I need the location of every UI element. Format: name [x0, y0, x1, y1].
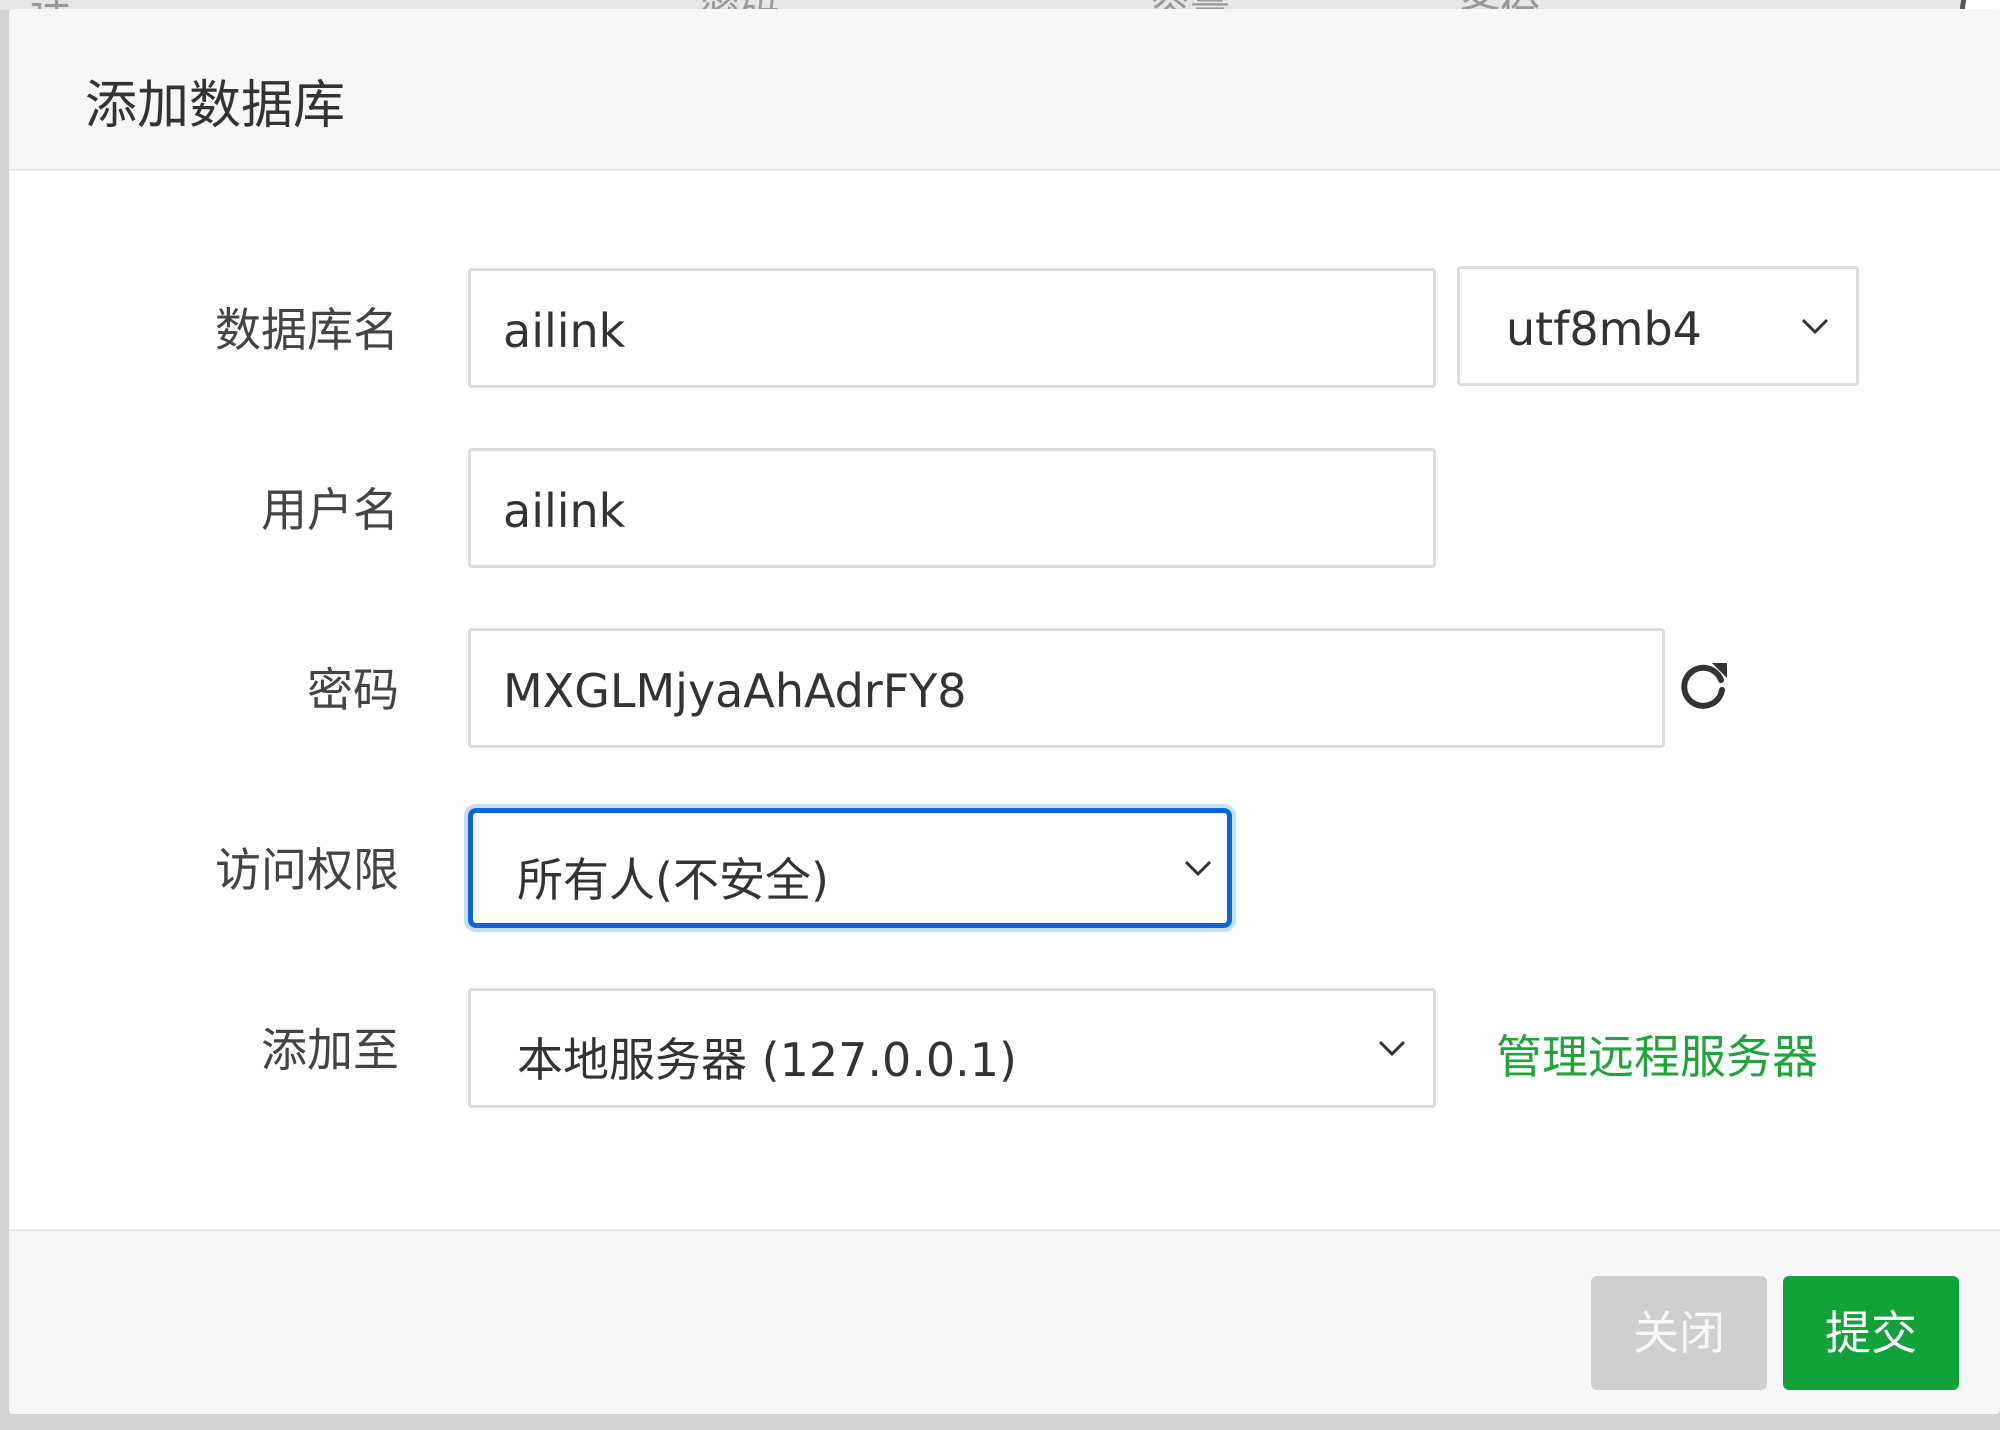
add-database-dialog: 添加数据库 数据库名 ailink utf8mb4 用户名 ailink 密码 …: [9, 9, 2000, 1414]
charset-select[interactable]: utf8mb4: [1457, 266, 1859, 386]
database-name-value: ailink: [503, 304, 626, 358]
username-input[interactable]: ailink: [468, 448, 1436, 568]
password-value: MXGLMjyaAhAdrFY8: [503, 664, 967, 718]
row-access: 访问权限 所有人(不安全): [9, 808, 2000, 928]
row-password: 密码 MXGLMjyaAhAdrFY8: [9, 628, 2000, 748]
manage-remote-servers-link[interactable]: 管理远程服务器: [1496, 1021, 1818, 1087]
username-label: 用户名: [261, 483, 399, 537]
row-add-to: 添加至 本地服务器 (127.0.0.1) 管理远程服务器: [9, 988, 2000, 1108]
database-name-input[interactable]: ailink: [468, 268, 1436, 388]
row-database-name: 数据库名 ailink utf8mb4: [9, 266, 2000, 388]
username-value: ailink: [503, 484, 626, 538]
password-label: 密码: [307, 663, 399, 717]
access-value: 所有人(不安全): [517, 853, 829, 907]
database-name-label: 数据库名: [215, 303, 399, 357]
password-input[interactable]: MXGLMjyaAhAdrFY8: [468, 628, 1665, 748]
server-value: 本地服务器 (127.0.0.1): [517, 1033, 1017, 1087]
refresh-icon[interactable]: [1674, 656, 1732, 714]
dialog-header: 添加数据库: [9, 9, 2000, 171]
chevron-down-icon: [1377, 1033, 1407, 1063]
server-select[interactable]: 本地服务器 (127.0.0.1): [468, 988, 1436, 1108]
chevron-down-icon: [1183, 853, 1213, 883]
dialog-footer: 关闭 提交: [9, 1229, 2000, 1414]
dialog-title: 添加数据库: [85, 76, 346, 136]
charset-value: utf8mb4: [1506, 302, 1702, 356]
row-username: 用户名 ailink: [9, 448, 2000, 568]
close-button[interactable]: 关闭: [1591, 1276, 1767, 1390]
chevron-down-icon: [1800, 311, 1830, 341]
access-label: 访问权限: [215, 843, 399, 897]
submit-button[interactable]: 提交: [1783, 1276, 1959, 1390]
access-select[interactable]: 所有人(不安全): [468, 808, 1232, 928]
add-to-label: 添加至: [261, 1023, 399, 1077]
